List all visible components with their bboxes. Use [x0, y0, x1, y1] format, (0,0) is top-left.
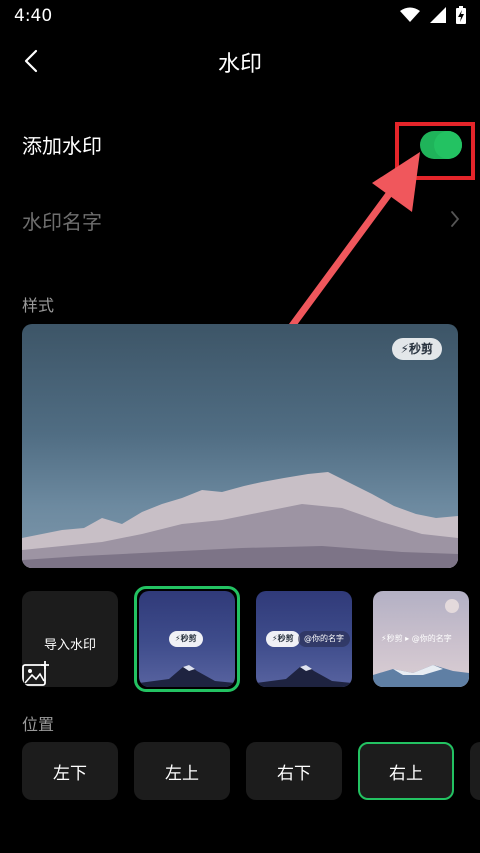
mountain-image	[139, 665, 235, 687]
style-section-label: 样式	[22, 296, 55, 315]
lightning-icon: ⚡	[400, 342, 409, 356]
watermark-preview: ⚡秒剪	[22, 324, 458, 568]
mountain-image	[22, 472, 458, 568]
watermark-name-label: 水印名字	[22, 210, 102, 234]
import-watermark-button[interactable]: 导入水印	[22, 591, 118, 687]
chevron-right-icon[interactable]	[450, 210, 460, 228]
position-bottom-right-button[interactable]: 右下	[246, 742, 342, 800]
import-watermark-label: 导入水印	[43, 637, 96, 653]
position-section-label: 位置	[22, 715, 55, 734]
thumbnail-name-text: @你的名字	[298, 631, 350, 647]
mountain-image	[256, 665, 352, 687]
style-thumbnail-3[interactable]: ⚡秒剪 ▸ @你的名字	[373, 591, 469, 687]
preview-badge-text: 秒剪	[408, 342, 433, 356]
style-thumbnail-1[interactable]: ⚡秒剪	[139, 591, 235, 687]
thumbnail-badge: ⚡秒剪 ▸ @你的名字	[381, 634, 452, 643]
position-top-left-button[interactable]: 左上	[134, 742, 230, 800]
position-more-button[interactable]	[470, 742, 480, 800]
mountain-image	[373, 665, 469, 687]
position-top-right-button[interactable]: 右上	[358, 742, 454, 800]
add-image-icon	[22, 661, 49, 686]
position-bottom-left-button[interactable]: 左下	[22, 742, 118, 800]
thumbnail-badge: ⚡秒剪	[266, 631, 300, 647]
thumbnail-badge: ⚡秒剪	[169, 631, 203, 647]
preview-watermark-badge: ⚡秒剪	[391, 338, 442, 360]
moon-image	[445, 599, 459, 613]
style-thumbnail-2[interactable]: ⚡秒剪 @你的名字	[256, 591, 352, 687]
